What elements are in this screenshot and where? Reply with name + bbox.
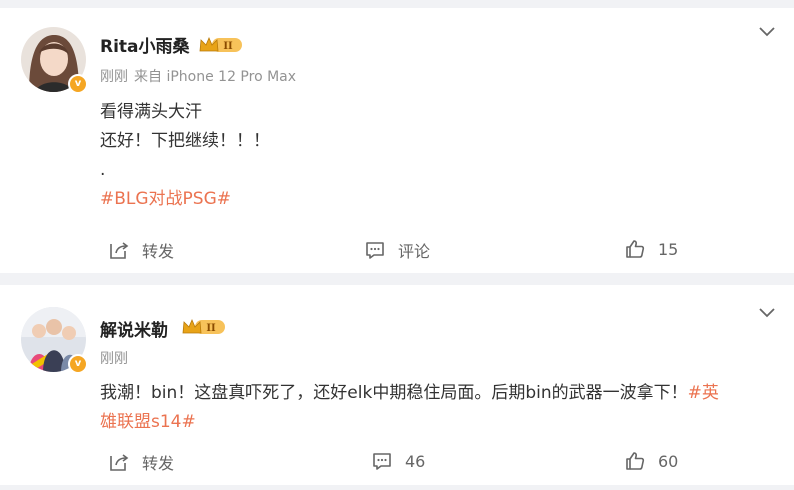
post-meta: 刚刚 来自 iPhone 12 Pro Max: [100, 66, 296, 86]
comment-label: 评论: [398, 242, 431, 261]
content-text: 我潮！bin！这盘真吓死了，还好elk中期稳住局面。后期bin的武器一波拿下！: [100, 383, 688, 403]
post-source: 来自 iPhone 12 Pro Max: [134, 69, 297, 85]
username[interactable]: Rita小雨桑: [100, 32, 190, 57]
like-button[interactable]: 60: [624, 450, 678, 472]
comment-button[interactable]: 评论: [364, 238, 430, 262]
crown-badge-icon[interactable]: II: [198, 36, 244, 54]
content-line: 还好！下把继续！！！: [100, 131, 270, 151]
content-line: .: [100, 160, 106, 180]
content-line: 看得满头大汗: [100, 102, 202, 122]
comment-icon: [366, 242, 384, 259]
svg-text:II: II: [223, 41, 233, 52]
crown-badge-icon[interactable]: II: [181, 318, 227, 336]
post-time[interactable]: 刚刚: [100, 69, 128, 85]
chevron-down-icon[interactable]: [758, 26, 776, 38]
repost-label: 转发: [142, 454, 175, 473]
repost-icon: [110, 454, 129, 471]
like-count: 60: [658, 451, 679, 471]
post-content: 看得满头大汗 还好！下把继续！！！ . #BLG对战PSG#: [100, 98, 780, 214]
like-icon: [626, 452, 645, 470]
post-time[interactable]: 刚刚: [100, 351, 128, 367]
weibo-post: v Rita小雨桑 II 刚刚 来自 iPhone 12 Pro Max 看得满头…: [0, 8, 794, 273]
topic-link[interactable]: #BLG对战PSG#: [100, 185, 780, 214]
repost-icon: [110, 242, 129, 259]
weibo-post: v 解说米勒 II 刚刚 我潮！bin！这盘真吓死了，还好elk中期稳住局面。后…: [0, 285, 794, 485]
content-line: 我潮！bin！这盘真吓死了，还好elk中期稳住局面。后期bin的武器一波拿下！#…: [100, 379, 780, 408]
repost-button[interactable]: 转发: [108, 450, 174, 474]
like-icon: [626, 240, 645, 258]
repost-label: 转发: [142, 242, 175, 261]
chevron-down-icon[interactable]: [758, 307, 776, 319]
topic-link[interactable]: #英: [688, 383, 719, 403]
topic-link[interactable]: 雄联盟s14#: [100, 408, 780, 437]
comment-count: 46: [405, 451, 426, 471]
repost-button[interactable]: 转发: [108, 238, 174, 262]
username[interactable]: 解说米勒: [100, 316, 168, 341]
svg-text:II: II: [206, 323, 216, 334]
verified-icon: v: [68, 74, 88, 94]
comment-button[interactable]: 46: [371, 450, 425, 472]
post-content: 我潮！bin！这盘真吓死了，还好elk中期稳住局面。后期bin的武器一波拿下！#…: [100, 379, 780, 437]
comment-icon: [373, 453, 391, 470]
avatar[interactable]: v: [21, 307, 88, 374]
like-count: 15: [658, 239, 679, 259]
avatar[interactable]: v: [21, 27, 88, 94]
post-meta: 刚刚: [100, 348, 128, 368]
verified-icon: v: [68, 354, 88, 374]
like-button[interactable]: 15: [624, 238, 678, 260]
